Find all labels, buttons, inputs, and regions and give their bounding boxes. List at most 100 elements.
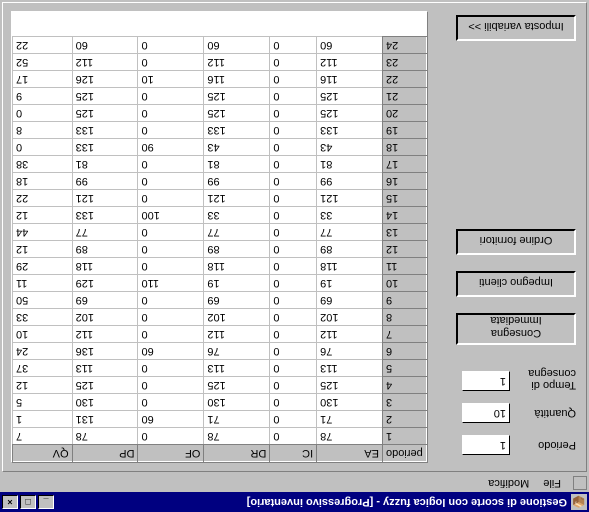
cell-DP[interactable]: 133 bbox=[72, 207, 138, 224]
table-row[interactable]: 51130113011337 bbox=[13, 360, 427, 377]
cell-QV[interactable]: 50 bbox=[13, 292, 73, 309]
cell-DP[interactable]: 69 bbox=[72, 292, 138, 309]
cell-periodo[interactable]: 15 bbox=[383, 190, 427, 207]
cell-DR[interactable]: 133 bbox=[204, 122, 270, 139]
cell-DR[interactable]: 81 bbox=[204, 156, 270, 173]
cell-DR[interactable]: 125 bbox=[204, 377, 270, 394]
cell-EA[interactable]: 133 bbox=[317, 122, 383, 139]
cell-periodo[interactable]: 19 bbox=[383, 122, 427, 139]
cell-OF[interactable]: 0 bbox=[138, 360, 204, 377]
col-header-OF[interactable]: OF bbox=[138, 445, 204, 462]
cell-DP[interactable]: 112 bbox=[72, 54, 138, 71]
cell-DR[interactable]: 77 bbox=[204, 224, 270, 241]
col-header-EA[interactable]: EA bbox=[317, 445, 383, 462]
cell-EA[interactable]: 112 bbox=[317, 326, 383, 343]
cell-DP[interactable]: 136 bbox=[72, 343, 138, 360]
cell-periodo[interactable]: 4 bbox=[383, 377, 427, 394]
table-row[interactable]: 137707707744 bbox=[13, 224, 427, 241]
cell-EA[interactable]: 113 bbox=[317, 360, 383, 377]
col-header-DP[interactable]: DP bbox=[72, 445, 138, 462]
col-header-periodo[interactable]: periodo bbox=[383, 445, 427, 462]
cell-IC[interactable]: 0 bbox=[270, 156, 317, 173]
cell-periodo[interactable]: 7 bbox=[383, 326, 427, 343]
cell-QV[interactable]: 17 bbox=[13, 71, 73, 88]
cell-IC[interactable]: 0 bbox=[270, 411, 317, 428]
cell-IC[interactable]: 0 bbox=[270, 428, 317, 445]
cell-OF[interactable]: 0 bbox=[138, 394, 204, 411]
table-row[interactable]: 271071601311 bbox=[13, 411, 427, 428]
cell-DP[interactable]: 130 bbox=[72, 394, 138, 411]
cell-OF[interactable]: 0 bbox=[138, 428, 204, 445]
cell-QV[interactable]: 44 bbox=[13, 224, 73, 241]
titlebar[interactable]: 📦 Gestione di scorte con logica fuzzy - … bbox=[0, 492, 589, 512]
table-row[interactable]: 21125012501259 bbox=[13, 88, 427, 105]
cell-DP[interactable]: 133 bbox=[72, 122, 138, 139]
cell-DR[interactable]: 76 bbox=[204, 343, 270, 360]
table-row[interactable]: 41250125012512 bbox=[13, 377, 427, 394]
table-row[interactable]: 1843043901330 bbox=[13, 139, 427, 156]
table-row[interactable]: 231120112011252 bbox=[13, 54, 427, 71]
cell-IC[interactable]: 0 bbox=[270, 190, 317, 207]
cell-DR[interactable]: 112 bbox=[204, 326, 270, 343]
cell-OF[interactable]: 0 bbox=[138, 326, 204, 343]
cell-IC[interactable]: 0 bbox=[270, 37, 317, 54]
cell-IC[interactable]: 0 bbox=[270, 241, 317, 258]
cell-OF[interactable]: 0 bbox=[138, 105, 204, 122]
cell-IC[interactable]: 0 bbox=[270, 343, 317, 360]
cell-EA[interactable]: 89 bbox=[317, 241, 383, 258]
cell-QV[interactable]: 10 bbox=[13, 326, 73, 343]
cell-IC[interactable]: 0 bbox=[270, 326, 317, 343]
cell-DP[interactable]: 133 bbox=[72, 139, 138, 156]
cell-periodo[interactable]: 9 bbox=[383, 292, 427, 309]
maximize-button[interactable]: □ bbox=[20, 495, 36, 509]
cell-EA[interactable]: 71 bbox=[317, 411, 383, 428]
consegna-immediata-button[interactable]: Consegna Immediata bbox=[456, 313, 576, 345]
cell-periodo[interactable]: 13 bbox=[383, 224, 427, 241]
cell-IC[interactable]: 0 bbox=[270, 377, 317, 394]
cell-OF[interactable]: 0 bbox=[138, 377, 204, 394]
cell-QV[interactable]: 22 bbox=[13, 37, 73, 54]
col-header-DR[interactable]: DR bbox=[204, 445, 270, 462]
cell-periodo[interactable]: 22 bbox=[383, 71, 427, 88]
cell-IC[interactable]: 0 bbox=[270, 71, 317, 88]
cell-periodo[interactable]: 21 bbox=[383, 88, 427, 105]
cell-periodo[interactable]: 14 bbox=[383, 207, 427, 224]
cell-DR[interactable]: 43 bbox=[204, 139, 270, 156]
cell-QV[interactable]: 12 bbox=[13, 241, 73, 258]
data-grid[interactable]: periodoEAICDROFDPQV178078078727107160131… bbox=[11, 11, 428, 463]
cell-IC[interactable]: 0 bbox=[270, 122, 317, 139]
cell-OF[interactable]: 0 bbox=[138, 54, 204, 71]
cell-DP[interactable]: 78 bbox=[72, 428, 138, 445]
menu-file[interactable]: File bbox=[537, 476, 567, 490]
cell-IC[interactable]: 0 bbox=[270, 309, 317, 326]
cell-OF[interactable]: 100 bbox=[138, 207, 204, 224]
cell-EA[interactable]: 19 bbox=[317, 275, 383, 292]
cell-QV[interactable]: 1 bbox=[13, 411, 73, 428]
table-row[interactable]: 151210121012122 bbox=[13, 190, 427, 207]
cell-EA[interactable]: 121 bbox=[317, 190, 383, 207]
cell-QV[interactable]: 29 bbox=[13, 258, 73, 275]
cell-QV[interactable]: 18 bbox=[13, 173, 73, 190]
cell-OF[interactable]: 0 bbox=[138, 173, 204, 190]
cell-EA[interactable]: 78 bbox=[317, 428, 383, 445]
col-header-IC[interactable]: IC bbox=[270, 445, 317, 462]
cell-DP[interactable]: 125 bbox=[72, 377, 138, 394]
cell-DP[interactable]: 125 bbox=[72, 105, 138, 122]
cell-QV[interactable]: 22 bbox=[13, 190, 73, 207]
cell-DR[interactable]: 60 bbox=[204, 37, 270, 54]
cell-DR[interactable]: 125 bbox=[204, 88, 270, 105]
cell-DR[interactable]: 113 bbox=[204, 360, 270, 377]
cell-periodo[interactable]: 8 bbox=[383, 309, 427, 326]
cell-IC[interactable]: 0 bbox=[270, 258, 317, 275]
cell-OF[interactable]: 60 bbox=[138, 411, 204, 428]
cell-DP[interactable]: 126 bbox=[72, 71, 138, 88]
cell-IC[interactable]: 0 bbox=[270, 394, 317, 411]
cell-DR[interactable]: 102 bbox=[204, 309, 270, 326]
cell-EA[interactable]: 130 bbox=[317, 394, 383, 411]
cell-EA[interactable]: 125 bbox=[317, 105, 383, 122]
cell-DR[interactable]: 112 bbox=[204, 54, 270, 71]
cell-DP[interactable]: 89 bbox=[72, 241, 138, 258]
cell-OF[interactable]: 0 bbox=[138, 224, 204, 241]
cell-periodo[interactable]: 17 bbox=[383, 156, 427, 173]
cell-EA[interactable]: 116 bbox=[317, 71, 383, 88]
